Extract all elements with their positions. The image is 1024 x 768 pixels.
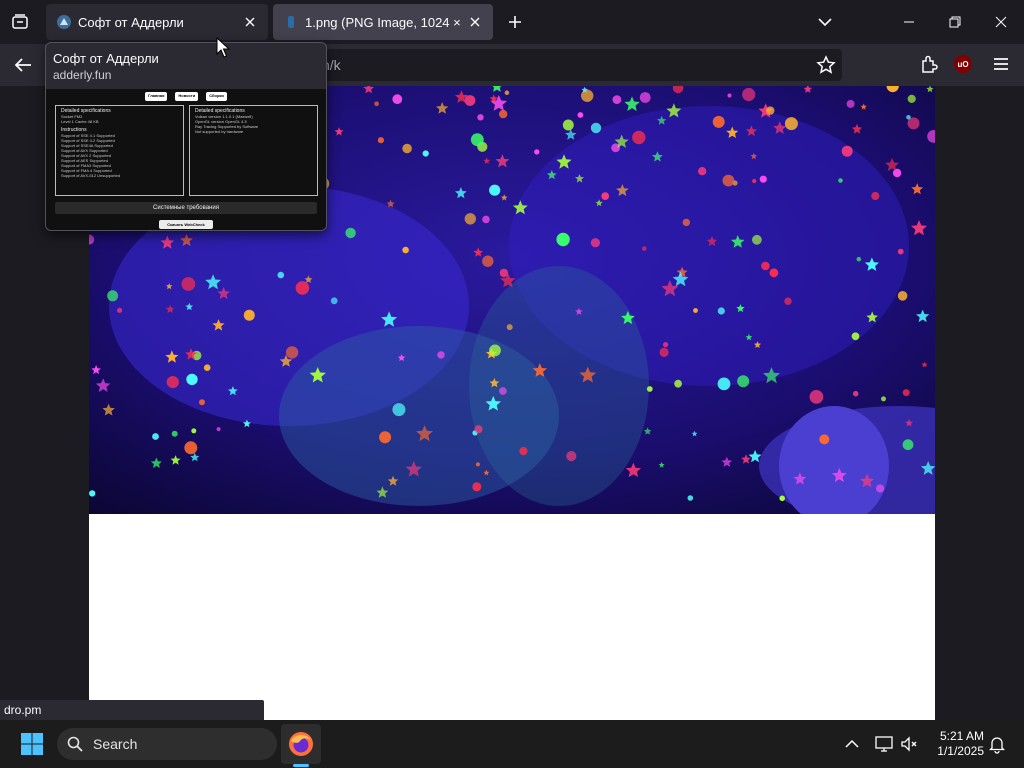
active-app-indicator (293, 764, 309, 767)
preview-thumbnail: Главная Новости Сборки Detailed specific… (46, 89, 326, 230)
close-tab-icon[interactable] (467, 14, 483, 30)
preview-url: adderly.fun (53, 68, 112, 82)
extensions-puzzle-icon[interactable] (918, 53, 940, 75)
notification-bell-icon[interactable] (987, 734, 1007, 754)
tab-title: Софт от Аддерли (78, 14, 184, 30)
tab-image[interactable]: 1.png (PNG Image, 1024 × 768 pixels) (273, 4, 493, 40)
minimize-icon (904, 21, 914, 23)
thumb-right-box: Detailed specifications Vulkan version 1… (189, 105, 318, 196)
system-clock[interactable]: 5:21 AM 1/1/2025 (928, 729, 984, 759)
firefox-view-icon (12, 14, 28, 29)
status-bar-link: dro.pm (0, 700, 264, 720)
ublock-origin-icon[interactable]: uO (954, 55, 972, 73)
minimize-button[interactable] (894, 8, 924, 36)
close-tab-icon[interactable] (242, 14, 258, 30)
close-icon (995, 16, 1007, 28)
thumb-nav-item: Сборки (206, 92, 227, 101)
close-window-button[interactable] (986, 8, 1016, 36)
firefox-view-button[interactable] (6, 8, 34, 36)
clock-date: 1/1/2025 (937, 744, 984, 758)
arrow-left-icon (14, 58, 31, 72)
new-tab-button[interactable] (503, 10, 527, 34)
windows-taskbar: Search 5:21 AM 1/1/2025 (0, 720, 1024, 768)
thumb-nav-item: Новости (175, 92, 199, 101)
tab-adderly[interactable]: Софт от Аддерли (46, 4, 268, 40)
mouse-cursor-icon (216, 37, 230, 58)
firefox-icon (289, 732, 313, 756)
thumb-row: Not supported by hardware (195, 129, 244, 134)
restore-button[interactable] (940, 8, 970, 36)
tab-hover-preview: Софт от Аддерли adderly.fun Главная Ново… (45, 42, 327, 231)
firefox-taskbar-button[interactable] (281, 724, 321, 764)
chevron-up-icon[interactable] (842, 734, 862, 754)
chevron-down-icon (818, 18, 832, 27)
thumb-system-requirements: Системные требования (55, 202, 317, 214)
back-button[interactable] (10, 53, 36, 77)
taskbar-search-box[interactable]: Search (57, 728, 277, 760)
thumb-row: Level 1 Cache 48 KB (61, 119, 99, 124)
clock-time: 5:21 AM (939, 729, 984, 743)
image-favicon-icon (288, 16, 294, 28)
tab-strip: Софт от Аддерли 1.png (PNG Image, 1024 ×… (0, 0, 1024, 44)
network-icon[interactable] (874, 734, 894, 754)
blank-area (89, 514, 935, 720)
hamburger-menu-icon[interactable] (990, 53, 1012, 75)
plus-icon (509, 16, 521, 28)
search-label: Search (93, 736, 138, 752)
tab-title: 1.png (PNG Image, 1024 × 768 pixels) (305, 14, 461, 30)
thumb-left-box: Detailed specifications Socket FM2 Level… (55, 105, 184, 196)
volume-muted-icon[interactable] (899, 734, 919, 754)
windows-start-icon[interactable] (20, 732, 44, 756)
restore-icon (949, 16, 961, 28)
list-all-tabs-button[interactable] (813, 10, 837, 34)
bookmark-star-icon[interactable] (816, 55, 836, 75)
preview-title: Софт от Аддерли (53, 51, 159, 66)
search-icon (67, 736, 83, 752)
thumb-nav-item: Главная (145, 92, 168, 101)
thumb-row: Support of AVX-512 Unsupported (61, 173, 121, 178)
thumb-download-button: Скачать WebCheck (159, 220, 213, 229)
adderly-favicon-icon (57, 15, 71, 29)
thumbnail-nav: Главная Новости Сборки (46, 89, 326, 101)
